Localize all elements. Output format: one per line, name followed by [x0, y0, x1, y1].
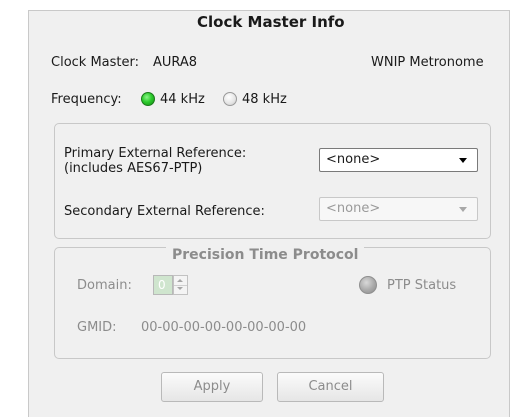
clock-master-info-panel: Clock Master Info Clock Master: AURA8 WN… — [28, 10, 510, 417]
stepper-down-icon — [174, 285, 187, 294]
gmid-label: GMID: — [77, 320, 117, 335]
secondary-reference-value: <none> — [326, 201, 381, 216]
radio-selected-icon[interactable] — [141, 92, 155, 106]
apply-button[interactable]: Apply — [161, 372, 263, 402]
ptp-status-label: PTP Status — [387, 278, 457, 293]
frequency-label: Frequency: — [51, 92, 122, 107]
domain-stepper — [173, 275, 188, 295]
ptp-group-title: Precision Time Protocol — [166, 246, 365, 264]
domain-input: 0 — [153, 275, 173, 295]
domain-label: Domain: — [77, 278, 132, 293]
clock-master-value: AURA8 — [153, 55, 198, 70]
primary-reference-dropdown[interactable]: <none> — [319, 148, 478, 172]
panel-title: Clock Master Info — [191, 11, 351, 33]
cancel-button[interactable]: Cancel — [277, 372, 384, 402]
chevron-down-icon — [459, 207, 467, 212]
primary-reference-value: <none> — [326, 152, 381, 167]
clock-master-label: Clock Master: — [51, 55, 139, 70]
clock-source: WNIP Metronome — [371, 55, 484, 70]
gmid-value: 00-00-00-00-00-00-00-00 — [141, 320, 307, 335]
secondary-reference-label: Secondary External Reference: — [64, 204, 265, 219]
secondary-reference-dropdown: <none> — [319, 197, 478, 221]
status-led-icon — [359, 276, 377, 294]
primary-reference-sublabel: (includes AES67-PTP) — [64, 161, 203, 176]
frequency-option-48khz[interactable]: 48 kHz — [242, 92, 287, 108]
frequency-option-44khz[interactable]: 44 kHz — [160, 92, 205, 108]
external-reference-group — [54, 123, 491, 239]
chevron-down-icon — [459, 158, 467, 163]
primary-reference-label: Primary External Reference: — [64, 146, 247, 161]
radio-unselected-icon[interactable] — [223, 92, 237, 106]
